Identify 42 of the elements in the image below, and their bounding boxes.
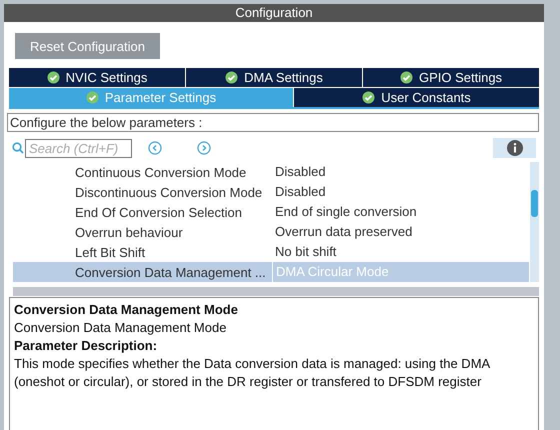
previous-icon[interactable] (148, 141, 162, 155)
info-button[interactable] (493, 138, 536, 158)
description-subtitle: Conversion Data Management Mode (14, 319, 228, 337)
next-icon[interactable] (197, 141, 211, 155)
search-field[interactable]: Search (Ctrl+F) (25, 138, 132, 158)
tab[interactable]: User Constants (294, 88, 539, 107)
parameter-value: End of single conversion (274, 203, 418, 221)
description-heading: Parameter Description: (14, 337, 158, 355)
check-circle-icon (46, 71, 60, 84)
search-icon (12, 142, 24, 154)
description-title: Conversion Data Management Mode (14, 301, 239, 319)
parameter-row[interactable]: Conversion Data Management ... DMA Circular Mode (13, 262, 529, 282)
parameter-row[interactable]: Discontinuous Conversion Mode Disabled (13, 182, 529, 202)
parameter-value: No bit shift (274, 243, 338, 261)
check-circle-icon (225, 71, 238, 84)
tab[interactable]: GPIO Settings (363, 68, 539, 87)
check-circle-icon (362, 91, 376, 104)
parameter-row[interactable]: End Of Conversion Selection End of single conversion (13, 202, 529, 222)
info-icon (506, 140, 522, 156)
check-circle-icon (400, 71, 413, 84)
vertical-scrollbar[interactable] (530, 162, 539, 282)
parameter-name: Left Bit Shift (74, 244, 146, 260)
parameter-row[interactable]: Overrun behaviour Overrun data preserved (13, 222, 529, 242)
panel-title: Configuration (4, 4, 544, 22)
parameter-value: Disabled (274, 163, 327, 181)
parameter-name: Continuous Conversion Mode (74, 164, 248, 180)
parameter-value: DMA Circular Mode (272, 262, 529, 282)
description-text: This mode specifies whether the Data conversion data is managed: using the DMA (oneshot or circular), or stored in the DR register or transfered to DFSDM register (14, 355, 491, 391)
parameter-row[interactable]: Left Bit Shift No bit shift (13, 242, 529, 262)
parameter-name: Conversion Data Management ... (74, 264, 267, 280)
horizontal-scrollbar[interactable] (13, 287, 539, 296)
check-circle-icon (86, 91, 99, 104)
parameter-value: Overrun data preserved (274, 223, 414, 241)
parameter-row[interactable]: Continuous Conversion Mode Disabled (13, 162, 529, 182)
scrollbar-thumb[interactable] (531, 190, 538, 217)
parameter-name: Overrun behaviour (74, 224, 184, 240)
hint-field[interactable]: Configure the below parameters : (7, 113, 539, 132)
tab[interactable]: NVIC Settings (9, 68, 185, 87)
tab[interactable]: DMA Settings (186, 68, 362, 87)
parameter-name: Discontinuous Conversion Mode (74, 184, 264, 200)
parameter-name: End Of Conversion Selection (74, 204, 243, 220)
parameter-value: Disabled (274, 183, 327, 201)
